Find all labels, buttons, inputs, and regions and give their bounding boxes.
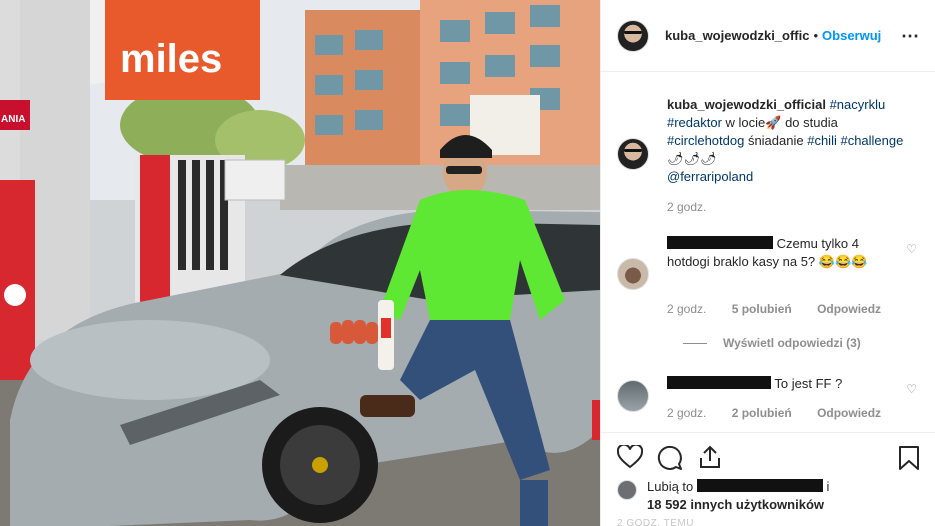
comment-icon[interactable] (657, 445, 683, 471)
caption-segment: śniadanie (744, 133, 808, 148)
view-replies-button[interactable]: Wyświetl odpowiedzi (3) (683, 336, 861, 350)
comment-avatar[interactable] (617, 258, 649, 290)
comment-reply-button[interactable]: Odpowiedz (817, 406, 881, 420)
caption-time: 2 godz. (667, 200, 707, 214)
hashtag-nacyrklu[interactable]: #nacyrklu (830, 97, 886, 112)
station-panel-text: ANIA (1, 114, 25, 125)
comment-avatar[interactable] (617, 380, 649, 412)
comment-like-icon[interactable]: ♡ (906, 242, 917, 256)
more-options-icon[interactable]: ⋯ (901, 26, 920, 47)
author-username[interactable]: kuba_wojewodzki_offic (665, 28, 809, 43)
mention-ferraripoland[interactable]: @ferraripoland (667, 169, 753, 184)
caption-segment: w locie🚀 do studia (721, 115, 838, 130)
hashtag-challenge[interactable]: #challenge (840, 133, 903, 148)
post-photo[interactable]: miles ANIA (0, 0, 600, 526)
comment-time: 2 godz. (667, 302, 707, 316)
caption-segment: 🌶🌶🌶 (667, 151, 717, 166)
caption-text: kuba_wojewodzki_official #nacyrklu #reda… (667, 96, 917, 216)
comment-meta: 2 godz. 5 polubień Odpowiedz (667, 302, 903, 316)
follow-button[interactable]: Obserwuj (822, 28, 881, 43)
comment-body: Czemu tylko 4 hotdogi braklo kasy na 5? … (667, 235, 889, 271)
liker-avatar[interactable] (617, 480, 637, 500)
comment-like-icon[interactable]: ♡ (906, 382, 917, 396)
hashtag-redaktor[interactable]: #redaktor (667, 115, 722, 130)
likes-count[interactable]: 18 592 innych użytkowników (647, 497, 824, 512)
header-separator: • (813, 28, 819, 43)
post-timestamp: 2 GODZ. TEMU (617, 518, 694, 526)
redacted-username (667, 236, 773, 249)
hashtag-chili[interactable]: #chili (807, 133, 837, 148)
likes-prefix: Lubią to (647, 479, 694, 494)
comment-reply-button[interactable]: Odpowiedz (817, 302, 881, 316)
post-viewer: miles ANIA kuba_wojewodzki_offic • Obser… (0, 0, 935, 526)
comment-body: To jest FF ? (667, 375, 889, 393)
heart-icon[interactable] (617, 445, 643, 469)
bookmark-icon[interactable] (897, 445, 921, 471)
comment-likes-count[interactable]: 5 polubień (732, 302, 792, 316)
redacted-username (667, 376, 771, 389)
miles-sign: miles (120, 37, 222, 81)
view-replies-label[interactable]: Wyświetl odpowiedzi (3) (723, 336, 861, 350)
comment-text: To jest FF ? (774, 376, 843, 391)
comment-meta: 2 godz. 2 polubień Odpowiedz (667, 406, 903, 420)
likes-text: Lubią to i 18 592 innych użytkowników (647, 478, 927, 514)
share-icon[interactable] (697, 444, 723, 470)
comment-likes-count[interactable]: 2 polubień (732, 406, 792, 420)
likes-suffix: i (826, 479, 830, 494)
photo-illustration: miles ANIA (0, 0, 600, 526)
comment-time: 2 godz. (667, 406, 707, 420)
author-avatar[interactable] (617, 19, 649, 52)
replies-line (683, 342, 707, 344)
post-header: kuba_wojewodzki_offic • Obserwuj ⋯ (601, 0, 935, 72)
redacted-username (696, 479, 823, 492)
caption-avatar[interactable] (617, 138, 649, 170)
hashtag-circlehotdog[interactable]: #circlehotdog (667, 133, 744, 148)
post-side-panel: kuba_wojewodzki_offic • Obserwuj ⋯ kuba_… (600, 0, 935, 526)
caption-username[interactable]: kuba_wojewodzki_official (667, 97, 826, 112)
